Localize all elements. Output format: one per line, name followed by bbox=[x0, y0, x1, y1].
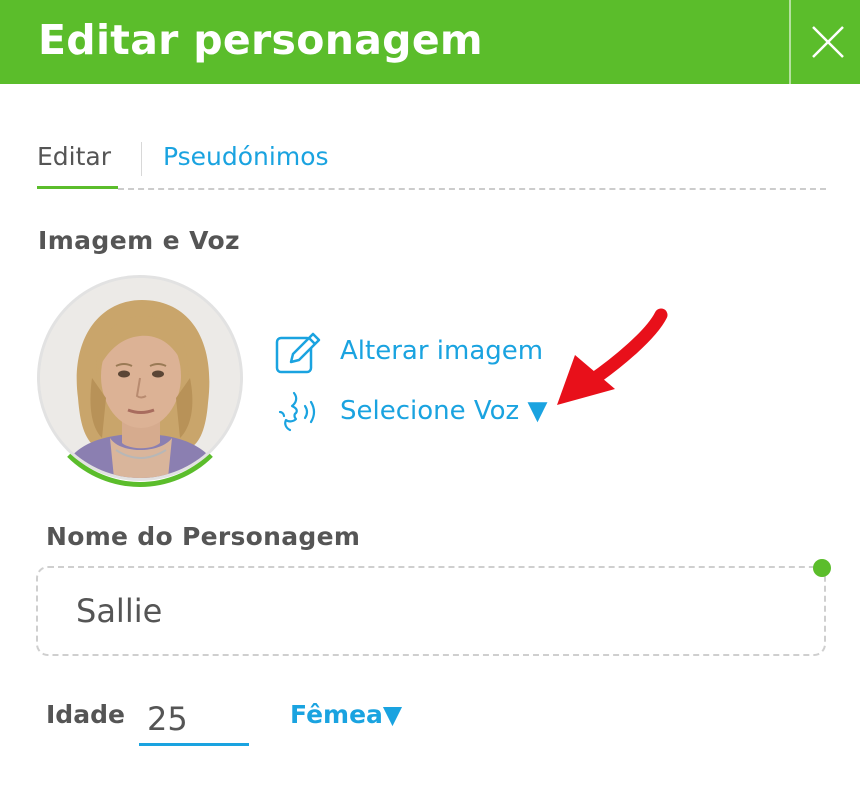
avatar-image bbox=[37, 275, 243, 481]
dialog-title: Editar personagem bbox=[38, 16, 483, 64]
age-input[interactable] bbox=[139, 694, 249, 746]
close-icon bbox=[812, 26, 844, 58]
tab-separator bbox=[141, 142, 142, 176]
tab-pseudonyms[interactable]: Pseudónimos bbox=[163, 142, 329, 171]
tab-bar: Editar Pseudónimos bbox=[37, 138, 827, 192]
portrait-image bbox=[40, 278, 240, 478]
voice-icon[interactable] bbox=[274, 390, 324, 438]
age-label: Idade bbox=[46, 700, 125, 729]
edit-icon[interactable] bbox=[274, 329, 324, 381]
image-voice-label: Imagem e Voz bbox=[38, 226, 240, 255]
character-name-input[interactable] bbox=[36, 566, 826, 656]
gender-dropdown[interactable]: Fêmea▼ bbox=[290, 700, 402, 729]
tabs-divider bbox=[118, 188, 826, 190]
select-voice-dropdown[interactable]: Selecione Voz ▼ bbox=[340, 396, 547, 426]
tab-edit[interactable]: Editar bbox=[37, 142, 111, 171]
change-image-link[interactable]: Alterar imagem bbox=[340, 336, 543, 366]
status-dot bbox=[813, 559, 831, 577]
character-name-label: Nome do Personagem bbox=[46, 522, 361, 551]
red-arrow-icon bbox=[553, 305, 683, 419]
avatar[interactable] bbox=[37, 275, 243, 489]
header-divider bbox=[789, 0, 791, 84]
close-button[interactable] bbox=[796, 8, 860, 76]
active-tab-indicator bbox=[37, 186, 118, 189]
dialog-header: Editar personagem bbox=[0, 0, 860, 84]
